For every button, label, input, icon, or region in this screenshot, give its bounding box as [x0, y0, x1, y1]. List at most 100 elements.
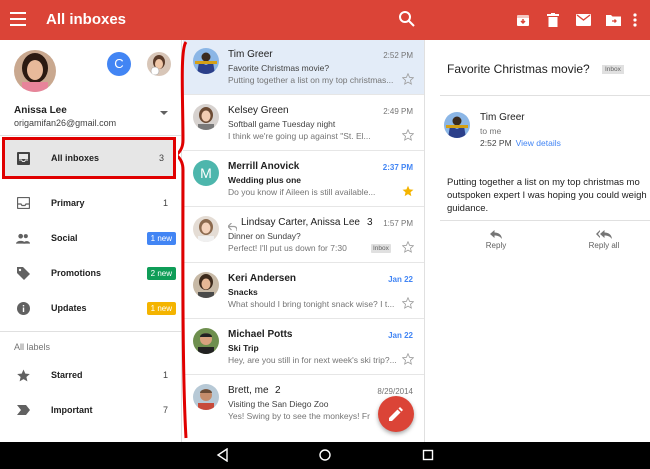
list-item[interactable]: M Merrill Anovick 2:37 PM Wedding plus o… [183, 152, 424, 207]
sender-avatar [193, 384, 219, 410]
email-time: 1:57 PM [383, 219, 413, 228]
sender-avatar: M [193, 160, 219, 186]
nav-label: All inboxes [51, 153, 100, 163]
thread-count: 2 [275, 385, 281, 396]
star-outline-icon[interactable] [401, 296, 415, 309]
divider [0, 331, 181, 332]
email-subject: Snacks [228, 287, 258, 297]
list-item[interactable]: Kelsey Green 2:49 PM Softball game Tuesd… [183, 96, 424, 151]
account-switcher-caret-icon[interactable] [160, 111, 168, 115]
email-snippet: Do you know if Aileen is still available… [228, 187, 376, 197]
compose-button[interactable] [378, 396, 414, 432]
people-icon [16, 231, 30, 245]
app-bar: All inboxes [0, 0, 650, 40]
body-line: guidance. [447, 203, 489, 214]
divider [440, 220, 650, 221]
inbox-icon [16, 151, 30, 165]
inbox-label: Inbox [602, 65, 624, 74]
reply-button[interactable]: Reply [481, 230, 511, 250]
nav-label: Primary [51, 198, 85, 208]
back-icon[interactable] [216, 447, 230, 463]
important-icon [16, 403, 30, 417]
email-snippet: Yes! Swing by to see the monkeys! Fr [228, 411, 370, 421]
email-time: 2:37 PM [382, 163, 413, 172]
reply-label: Reply [485, 241, 507, 250]
delete-icon[interactable] [538, 10, 568, 30]
new-badge: 1 new [146, 231, 176, 245]
all-labels-heading: All labels [14, 342, 51, 352]
nav-item-social[interactable]: Social 1 new [0, 221, 181, 255]
new-badge: 2 new [146, 266, 176, 280]
email-time: 2:52 PM [383, 51, 413, 60]
second-account-avatar[interactable]: C [107, 52, 131, 76]
sender-name: Brett, me [228, 385, 269, 396]
info-icon [16, 301, 30, 315]
email-time: Jan 22 [388, 275, 413, 284]
email-snippet: I think we're going up against "St. El..… [228, 131, 371, 141]
body-line: Putting together a list on my top christ… [447, 177, 640, 188]
sender-avatar [193, 216, 219, 242]
email-subject: Dinner on Sunday? [228, 231, 301, 241]
list-item[interactable]: Tim Greer 2:52 PM Favorite Christmas mov… [183, 40, 424, 95]
thread-count: 3 [367, 217, 373, 228]
reply-arrow-icon [227, 218, 238, 232]
menu-icon[interactable] [10, 12, 26, 28]
list-item[interactable]: Keri Andersen Jan 22 Snacks What should … [183, 264, 424, 319]
star-outline-icon[interactable] [401, 352, 415, 365]
archive-icon[interactable] [508, 10, 538, 30]
nav-item-important[interactable]: Important 7 [0, 393, 181, 427]
reply-all-label: Reply all [588, 241, 620, 250]
nav-item-all-inboxes[interactable]: All inboxes 3 [2, 137, 176, 179]
star-filled-icon[interactable] [402, 184, 414, 197]
view-details-link[interactable]: View details [516, 138, 561, 148]
star-icon [16, 368, 30, 382]
recents-icon[interactable] [421, 448, 435, 462]
app-title: All inboxes [46, 11, 127, 28]
star-outline-icon[interactable] [401, 72, 415, 85]
nav-item-promotions[interactable]: Promotions 2 new [0, 256, 181, 290]
account-name: Anissa Lee [14, 105, 67, 116]
account-header: C Anissa Lee origamifan26@gmail.com [0, 40, 181, 136]
move-to-folder-icon[interactable] [598, 10, 628, 30]
sender-name: Tim Greer [228, 49, 273, 60]
email-subject: Softball game Tuesday night [228, 119, 336, 129]
sender-name: Lindsay Carter, Anissa Lee [241, 217, 360, 228]
reply-all-button[interactable]: Reply all [584, 230, 624, 250]
sender-avatar [193, 48, 219, 74]
star-outline-icon[interactable] [401, 240, 415, 253]
annotation-bracket [178, 41, 188, 439]
sender-name: Keri Andersen [228, 273, 296, 284]
nav-item-starred[interactable]: Starred 1 [0, 358, 181, 392]
more-vert-icon[interactable] [628, 10, 642, 30]
email-subject: Visiting the San Diego Zoo [228, 399, 329, 409]
avatar[interactable] [14, 50, 56, 92]
home-icon[interactable] [318, 448, 332, 462]
email-time: Jan 22 [388, 331, 413, 340]
sender-name: Merrill Anovick [228, 161, 300, 172]
star-outline-icon[interactable] [401, 128, 415, 141]
conversation-list: Tim Greer 2:52 PM Favorite Christmas mov… [183, 40, 425, 442]
nav-item-primary[interactable]: Primary 1 [0, 186, 181, 220]
nav-item-updates[interactable]: Updates 1 new [0, 291, 181, 325]
nav-count: 7 [162, 405, 168, 415]
mail-icon[interactable] [568, 10, 598, 30]
third-account-avatar[interactable] [147, 52, 171, 76]
nav-label: Social [51, 233, 78, 243]
nav-count: 3 [158, 153, 164, 163]
list-item[interactable]: Michael Potts Jan 22 Ski Trip Hey, are y… [183, 320, 424, 375]
email-snippet: Putting together a list on my top christ… [228, 75, 394, 85]
email-subject: Favorite Christmas movie? [228, 63, 330, 73]
sender-avatar [193, 272, 219, 298]
nav-label: Important [51, 405, 93, 415]
email-snippet: What should I bring tonight snack wise? … [228, 299, 395, 309]
search-icon[interactable] [398, 10, 416, 28]
navigation-drawer: C Anissa Lee origamifan26@gmail.com All … [0, 40, 182, 442]
list-item[interactable]: Lindsay Carter, Anissa Lee 3 1:57 PM Din… [183, 208, 424, 263]
recipient-text: to me [480, 126, 502, 136]
system-nav-bar [0, 442, 650, 469]
inbox-label: Inbox [371, 244, 391, 253]
sender-name: Tim Greer [480, 112, 525, 123]
tag-icon [16, 266, 30, 280]
nav-count: 1 [162, 370, 168, 380]
body-line: outspoken expert I was hoping you could … [447, 190, 647, 201]
